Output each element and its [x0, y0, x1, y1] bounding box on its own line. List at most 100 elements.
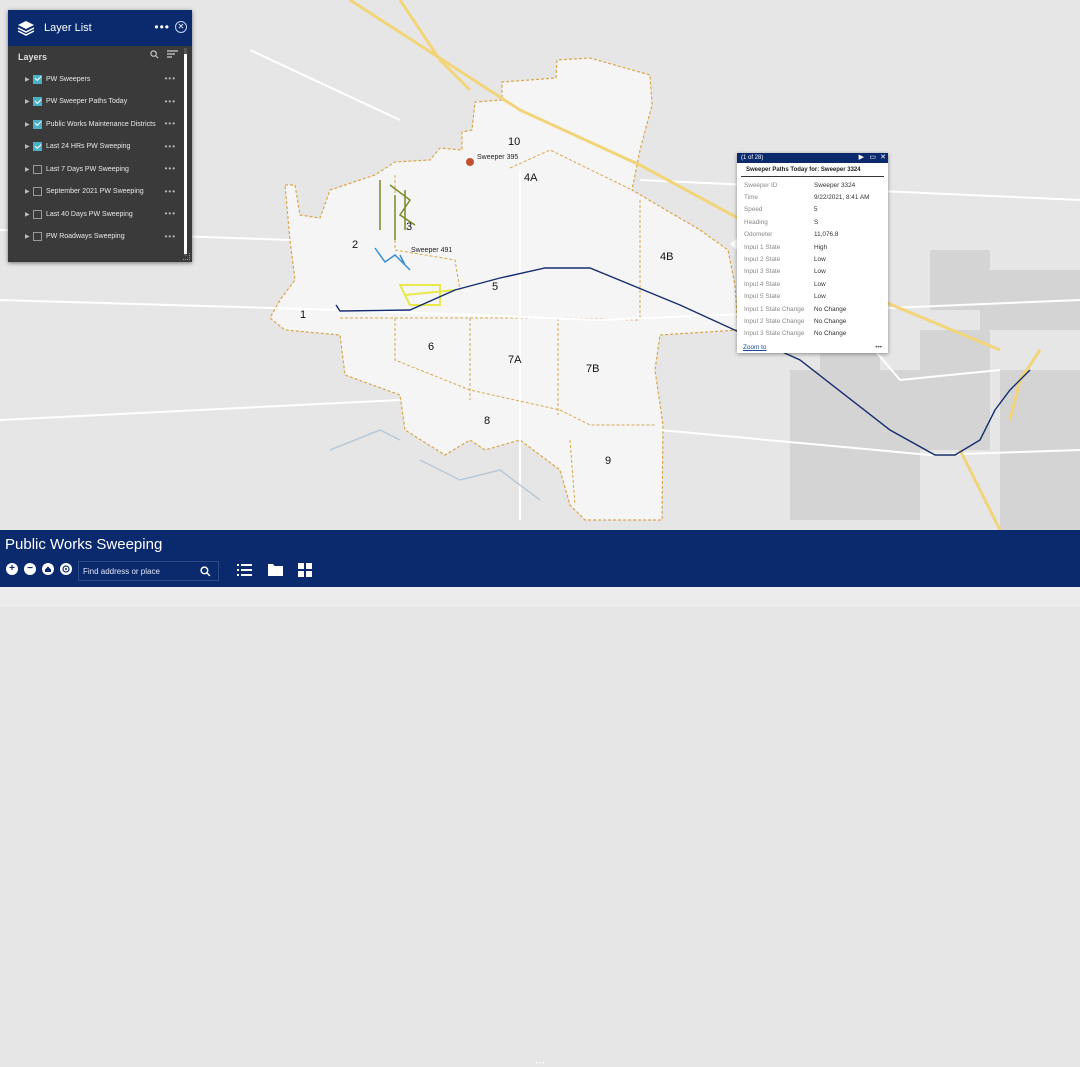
- maximize-icon[interactable]: ▭: [869, 153, 876, 163]
- layer-options-icon[interactable]: •••: [165, 209, 176, 218]
- district-label: 7B: [586, 363, 599, 375]
- district-label: 6: [428, 341, 434, 353]
- attribute-row: Odometer 11,076.8: [737, 229, 888, 241]
- layer-item[interactable]: ▶ September 2021 PW Sweeping •••: [8, 181, 192, 204]
- layer-checkbox[interactable]: [33, 119, 42, 129]
- attribute-key: Time: [744, 194, 758, 202]
- expand-caret-icon[interactable]: ▶: [25, 166, 33, 173]
- expand-caret-icon[interactable]: ▶: [25, 76, 33, 83]
- district-label: 1: [300, 309, 306, 321]
- layer-list-title: Layer List: [44, 22, 92, 34]
- filter-list-icon[interactable]: [167, 50, 178, 59]
- layer-list-widget-icon[interactable]: [237, 563, 252, 577]
- zoom-out-icon[interactable]: −: [24, 563, 36, 575]
- district-label: 4A: [524, 172, 538, 184]
- layer-checkbox[interactable]: [33, 209, 42, 219]
- expand-caret-icon[interactable]: ▶: [25, 211, 33, 218]
- search-box: [78, 561, 219, 581]
- layer-item-label: Last 7 Days PW Sweeping: [46, 165, 129, 173]
- layer-options-icon[interactable]: •••: [165, 142, 176, 151]
- district-label: 3: [406, 221, 412, 233]
- layer-options-icon[interactable]: •••: [165, 74, 176, 83]
- attribute-value: 9/22/2021, 8:41 AM: [814, 194, 870, 202]
- attribute-row: Sweeper ID Sweeper 3324: [737, 179, 888, 191]
- layer-item[interactable]: ▶ PW Sweepers •••: [8, 68, 192, 91]
- layer-item[interactable]: ▶ Public Works Maintenance Districts •••: [8, 113, 192, 136]
- layer-item-label: PW Sweeper Paths Today: [46, 98, 128, 106]
- attribute-row: Speed 5: [737, 204, 888, 216]
- layer-item[interactable]: ▶ PW Roadways Sweeping •••: [8, 226, 192, 249]
- layer-list-panel: Layer List ••• ✕ Layers ▶ PW Sweepers ••• ▶…: [8, 10, 192, 262]
- search-icon[interactable]: [200, 565, 211, 577]
- attribute-key: Input 4 State: [744, 280, 781, 288]
- expand-caret-icon[interactable]: ▶: [25, 188, 33, 195]
- district-label: 9: [605, 455, 611, 467]
- locate-icon[interactable]: [60, 563, 72, 575]
- layer-checkbox[interactable]: [33, 97, 42, 107]
- scrollbar-thumb[interactable]: [184, 54, 187, 254]
- expand-caret-icon[interactable]: ▶: [25, 98, 33, 105]
- attribute-key: Input 1 State: [744, 243, 781, 251]
- layer-item-label: PW Sweepers: [46, 75, 91, 83]
- layer-item-label: Last 24 HRs PW Sweeping: [46, 143, 131, 151]
- layer-checkbox[interactable]: [33, 74, 42, 84]
- attribute-value: High: [814, 243, 828, 251]
- attribute-key: Sweeper ID: [744, 181, 778, 189]
- layer-options-icon[interactable]: •••: [165, 164, 176, 173]
- layer-item-label: Last 40 Days PW Sweeping: [46, 210, 133, 218]
- attribute-row: Time 9/22/2021, 8:41 AM: [737, 191, 888, 203]
- layer-items-list: ▶ PW Sweepers ••• ▶ PW Sweeper Paths Today ••…: [8, 68, 192, 248]
- district-label: 8: [484, 415, 490, 427]
- attribute-value: No Change: [814, 330, 847, 338]
- basemap-gallery-icon[interactable]: [298, 563, 312, 577]
- layer-item-label: September 2021 PW Sweeping: [46, 188, 144, 196]
- attribute-key: Input 3 State: [744, 268, 781, 276]
- expand-caret-icon[interactable]: ▶: [25, 143, 33, 150]
- layers-section-label: Layers: [18, 52, 48, 62]
- layer-item[interactable]: ▶ Last 40 Days PW Sweeping •••: [8, 203, 192, 226]
- layer-list-header: Layer List ••• ✕: [8, 10, 192, 46]
- attribute-value: S: [814, 218, 819, 226]
- layer-checkbox[interactable]: [33, 232, 42, 242]
- district-label: 2: [352, 239, 358, 251]
- expand-caret-icon[interactable]: ▶: [25, 121, 33, 128]
- attribute-row: Input 4 State Low: [737, 278, 888, 290]
- layer-options-icon[interactable]: •••: [165, 119, 176, 128]
- sweeper-icon[interactable]: [466, 158, 474, 166]
- next-feature-icon[interactable]: ▶: [859, 153, 864, 163]
- attribute-key: Input 2 State: [744, 256, 781, 264]
- layer-item[interactable]: ▶ PW Sweeper Paths Today •••: [8, 91, 192, 114]
- zoom-in-icon[interactable]: +: [6, 563, 18, 575]
- folder-icon[interactable]: [268, 563, 283, 576]
- layer-checkbox[interactable]: [33, 164, 42, 174]
- layer-checkbox[interactable]: [33, 142, 42, 152]
- attribute-key: Odometer: [744, 231, 773, 239]
- close-icon[interactable]: ✕: [880, 153, 886, 163]
- layer-item[interactable]: ▶ Last 7 Days PW Sweeping •••: [8, 158, 192, 181]
- layer-options-icon[interactable]: •••: [165, 232, 176, 241]
- attribute-row: Input 3 State Low: [737, 266, 888, 278]
- layer-options-icon[interactable]: •••: [165, 97, 176, 106]
- attribute-value: Low: [814, 268, 826, 276]
- resize-handle-icon[interactable]: [183, 253, 190, 260]
- panel-close-icon[interactable]: ✕: [175, 21, 187, 33]
- layer-item-label: PW Roadways Sweeping: [46, 233, 125, 241]
- layer-item[interactable]: ▶ Last 24 HRs PW Sweeping •••: [8, 136, 192, 159]
- attribute-value: Low: [814, 293, 826, 301]
- feature-popup: (1 of 28) ▶ ▭ ✕ Sweeper Paths Today for:…: [737, 153, 888, 353]
- popup-more-icon[interactable]: •••: [875, 344, 882, 351]
- popup-counter: (1 of 28): [741, 155, 764, 161]
- attribute-value: Low: [814, 280, 826, 288]
- zoom-to-link[interactable]: Zoom to: [743, 344, 766, 351]
- layer-options-icon[interactable]: •••: [165, 187, 176, 196]
- sweeper-label: Sweeper 395: [477, 154, 518, 161]
- search-icon[interactable]: [150, 50, 159, 59]
- bar-drag-handle-icon[interactable]: •••: [536, 1061, 545, 1067]
- expand-caret-icon[interactable]: ▶: [25, 233, 33, 240]
- home-icon[interactable]: [42, 563, 54, 575]
- search-input[interactable]: [79, 565, 200, 577]
- attribute-key: Input 3 State Change: [744, 330, 805, 338]
- layer-checkbox[interactable]: [33, 187, 42, 197]
- district-label: 10: [508, 136, 520, 148]
- panel-more-icon[interactable]: •••: [154, 20, 170, 34]
